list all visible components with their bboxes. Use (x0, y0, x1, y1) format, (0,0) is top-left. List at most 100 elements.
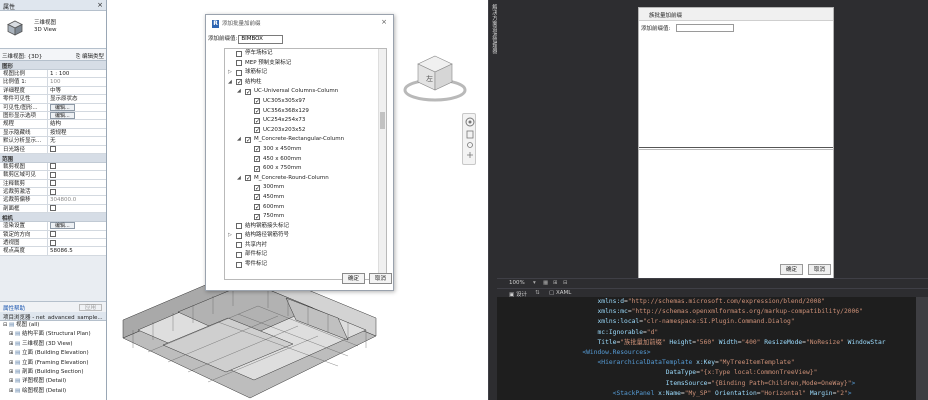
family-tree-item[interactable]: UC254x254x73 (225, 116, 386, 126)
property-checkbox[interactable] (50, 180, 56, 187)
family-checkbox[interactable] (236, 223, 242, 230)
expand-arrow-icon[interactable]: ▷ (228, 68, 234, 78)
wpf-cancel-button[interactable]: 取消 (808, 264, 831, 275)
wpf-prefix-input[interactable] (676, 24, 734, 32)
family-checkbox[interactable] (236, 79, 242, 86)
solution-explorer-tab[interactable]: 解决方案资源管理器 (488, 0, 497, 400)
group-camera[interactable]: 相机 (0, 213, 106, 223)
family-tree-item[interactable]: 共享内衬 (225, 241, 386, 251)
snap-icon[interactable]: ⊞ (553, 280, 558, 286)
property-checkbox[interactable] (50, 231, 56, 238)
family-tree-item[interactable]: ▷ 结构路径钢筋符号 (225, 231, 386, 241)
collapse-arrow-icon[interactable]: ◢ (237, 174, 243, 184)
property-value[interactable] (47, 239, 106, 248)
tab-xaml[interactable]: ▢ XAML (549, 290, 571, 296)
collapse-arrow-icon[interactable]: ◢ (237, 135, 243, 145)
property-edit-button[interactable]: 编辑... (50, 111, 75, 119)
property-value[interactable] (47, 179, 106, 188)
swap-panes-icon[interactable]: ⇅ (535, 290, 540, 296)
family-checkbox[interactable] (245, 175, 251, 182)
browser-tree-item[interactable]: ⊞ ▤ 结构平面 (Structural Plan) (0, 330, 106, 339)
family-tree-item[interactable]: UC305x305x97 (225, 97, 386, 107)
apply-button[interactable]: 应用 (78, 304, 102, 311)
family-checkbox[interactable] (254, 194, 260, 201)
close-icon[interactable]: × (97, 1, 103, 9)
property-value[interactable] (47, 162, 106, 171)
editor-scrollbar[interactable] (916, 297, 928, 400)
group-graphics[interactable]: 图形 (0, 61, 106, 70)
family-tree[interactable]: 停车场标记MEP 预制支架标记▷球筋标记◢结构柱◢UC-Universal Co… (224, 48, 387, 280)
family-checkbox[interactable] (236, 242, 242, 249)
property-checkbox[interactable] (50, 171, 56, 178)
family-tree-item[interactable]: UC356x368x129 (225, 107, 386, 117)
family-tree-item[interactable]: 450mm (225, 193, 386, 203)
property-value[interactable]: 编辑... (47, 103, 106, 112)
property-value[interactable]: 304800.0 (47, 196, 106, 205)
family-checkbox[interactable] (236, 50, 242, 57)
property-value[interactable]: 无 (47, 137, 106, 146)
tree-scrollbar[interactable] (378, 49, 386, 279)
family-tree-item[interactable]: 300mm (225, 183, 386, 193)
family-tree-item[interactable]: UC203x203x52 (225, 126, 386, 136)
edit-type-button[interactable]: ⎘ 编辑类型 (76, 52, 104, 61)
family-tree-item[interactable]: 750mm (225, 212, 386, 222)
family-tree-item[interactable]: ◢ UC-Universal Columns-Column (225, 87, 386, 97)
property-value[interactable]: 按规程 (47, 128, 106, 137)
property-value[interactable]: 编辑... (47, 222, 106, 231)
collapse-arrow-icon[interactable]: ◢ (237, 87, 243, 97)
rulers-icon[interactable]: ⊟ (563, 280, 568, 286)
browser-tree-item[interactable]: ⊞ ▤ 三维视图 (3D View) (0, 340, 106, 349)
property-value[interactable] (47, 188, 106, 197)
browser-tree-item[interactable]: ⊞ ▤ 详图视图 (Detail) (0, 377, 106, 386)
wpf-window-preview[interactable]: 族批量加前缀 添加前缀值: 确定 取消 (638, 7, 834, 279)
property-value[interactable]: 中等 (47, 86, 106, 95)
family-checkbox[interactable] (254, 204, 260, 210)
family-checkbox[interactable] (254, 127, 260, 134)
family-checkbox[interactable] (254, 98, 260, 105)
navigation-bar[interactable] (462, 113, 476, 165)
type-selector[interactable]: 三维视图: {3D} ⎘ 编辑类型 (0, 49, 106, 61)
family-checkbox[interactable] (254, 156, 260, 163)
family-tree-item[interactable]: 零件标记 (225, 260, 386, 270)
property-value[interactable] (47, 145, 106, 154)
zoom-level[interactable]: 100% (509, 280, 525, 286)
grid-icon[interactable]: ▦ (543, 280, 548, 286)
family-checkbox[interactable] (236, 69, 242, 76)
family-checkbox[interactable] (254, 108, 260, 115)
property-value[interactable] (47, 204, 106, 213)
family-tree-item[interactable]: ◢ 结构柱 (225, 78, 386, 88)
property-checkbox[interactable] (50, 146, 56, 153)
property-edit-button[interactable]: 编辑... (50, 222, 75, 230)
family-checkbox[interactable] (236, 60, 242, 67)
family-checkbox[interactable] (236, 251, 242, 258)
browser-tree-item[interactable]: ⊟ ▤ 视图 (all) (0, 321, 106, 330)
browser-tree-item[interactable]: ⊞ ▤ 立面 (Building Elevation) (0, 349, 106, 358)
browser-tree-item[interactable]: ⊞ ▤ 绘图视图 (Detail) (0, 387, 106, 396)
family-tree-item[interactable]: ◢ M_Concrete-Round-Column (225, 174, 386, 184)
family-checkbox[interactable] (236, 232, 242, 239)
collapse-arrow-icon[interactable]: ◢ (228, 78, 234, 88)
expand-arrow-icon[interactable]: ▷ (228, 231, 234, 241)
browser-tree-item[interactable]: ⊞ ▤ 剖面 (Building Section) (0, 368, 106, 377)
dialog-close-icon[interactable]: × (381, 18, 387, 26)
family-checkbox[interactable] (245, 136, 251, 143)
family-tree-item[interactable]: 450 x 600mm (225, 155, 386, 165)
property-value[interactable]: 结构 (47, 120, 106, 129)
property-checkbox[interactable] (50, 163, 56, 170)
group-extents[interactable]: 范围 (0, 153, 106, 163)
property-value[interactable] (47, 230, 106, 239)
property-checkbox[interactable] (50, 188, 56, 195)
property-checkbox[interactable] (50, 205, 56, 212)
family-tree-item[interactable]: 600mm (225, 203, 386, 213)
dialog-cancel-button[interactable]: 取消 (369, 273, 392, 284)
family-tree-item[interactable]: 结构钢筋接头标记 (225, 222, 386, 232)
property-value[interactable]: 编辑... (47, 111, 106, 120)
zoom-dropdown-icon[interactable]: ▾ (533, 280, 536, 286)
family-checkbox[interactable] (245, 88, 251, 95)
family-checkbox[interactable] (236, 261, 242, 268)
property-value[interactable]: 显示原状态 (47, 95, 106, 104)
family-checkbox[interactable] (254, 165, 260, 172)
viewcube[interactable]: 左 (400, 50, 470, 106)
xaml-code-editor[interactable]: xmlns:d="http://schemas.microsoft.com/ex… (497, 297, 928, 400)
prefix-input[interactable] (238, 34, 284, 44)
